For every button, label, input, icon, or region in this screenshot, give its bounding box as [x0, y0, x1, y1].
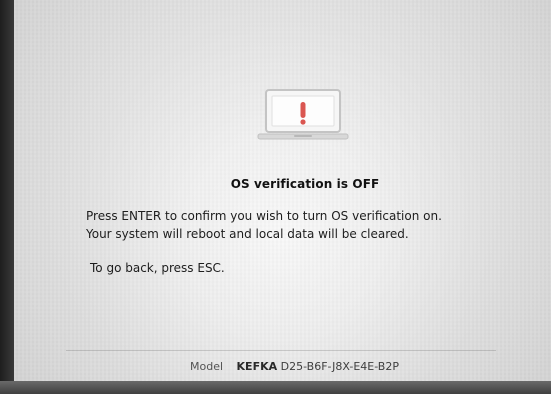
photo-frame: OS verification is OFF Press ENTER to co… [0, 0, 551, 394]
model-label: Model [190, 360, 224, 373]
confirmation-line-1: Press ENTER to confirm you wish to turn … [86, 209, 442, 223]
verification-screen: OS verification is OFF Press ENTER to co… [14, 0, 551, 381]
page-title: OS verification is OFF [230, 177, 380, 191]
warning-laptop-icon [252, 86, 354, 146]
monitor-bezel-bottom [0, 381, 551, 394]
confirmation-message: Press ENTER to confirm you wish to turn … [86, 207, 516, 243]
model-row: Model KEFKA D25-B6F-J8X-E4E-B2P [190, 360, 399, 373]
confirmation-line-2: Your system will reboot and local data w… [86, 227, 409, 241]
monitor-bezel-left [0, 0, 14, 394]
bottom-divider [66, 350, 496, 351]
model-value: D25-B6F-J8X-E4E-B2P [280, 360, 399, 373]
model-code: KEFKA [236, 360, 278, 373]
screen-content: OS verification is OFF Press ENTER to co… [14, 0, 551, 381]
back-instruction: To go back, press ESC. [90, 261, 225, 275]
